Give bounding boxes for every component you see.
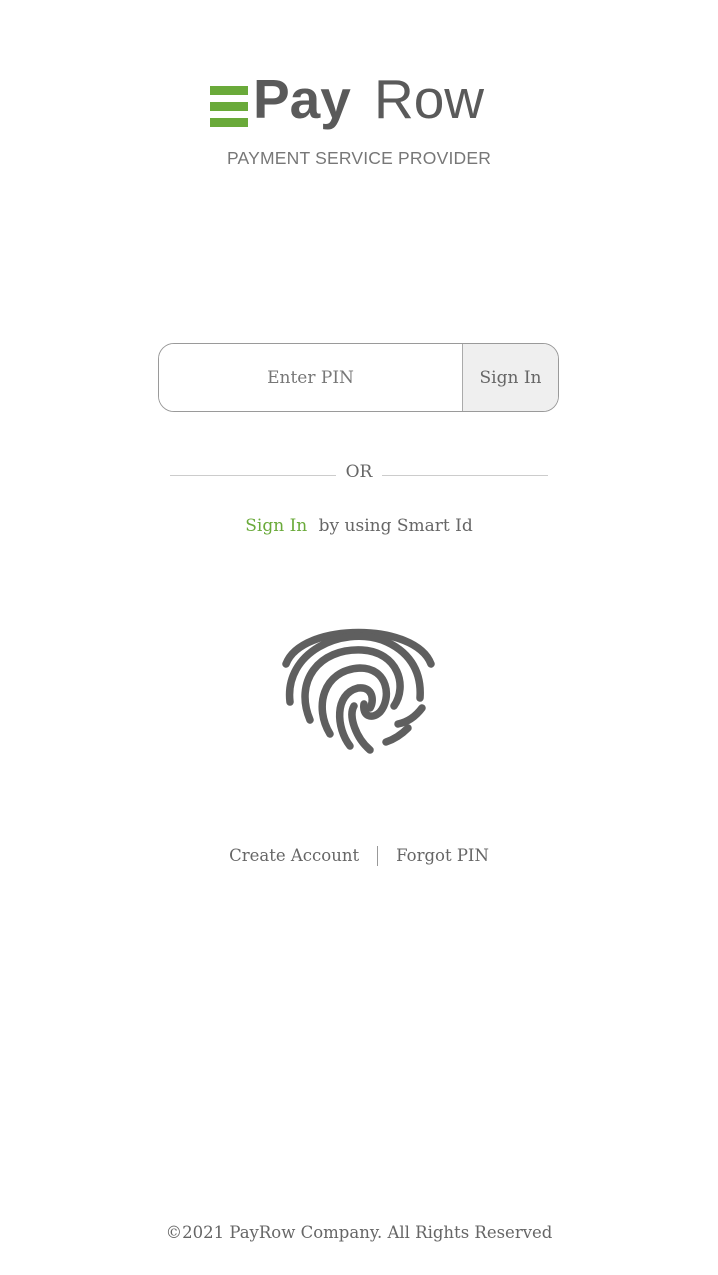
- sign-in-button[interactable]: Sign In: [462, 344, 558, 411]
- brand-tagline: PAYMENT SERVICE PROVIDER: [226, 148, 492, 168]
- smart-id-row: Sign In by using Smart Id: [0, 516, 718, 536]
- or-divider: OR: [170, 460, 548, 486]
- fingerprint-icon[interactable]: [282, 612, 435, 754]
- smart-id-sign-in-link[interactable]: Sign In: [245, 516, 307, 536]
- logo-wordmark-bold: Pay: [253, 68, 351, 130]
- pin-login-group: Sign In: [158, 343, 559, 412]
- smart-id-suffix: by using Smart Id: [318, 516, 473, 536]
- or-label: OR: [345, 462, 373, 482]
- pin-input[interactable]: [159, 344, 462, 411]
- copyright-footer: ©2021 PayRow Company. All Rights Reserve…: [165, 1223, 553, 1242]
- logo-bars-icon: [210, 86, 248, 128]
- links-divider: [377, 845, 379, 866]
- forgot-pin-link[interactable]: Forgot PIN: [396, 846, 489, 865]
- divider-line-left: [170, 475, 336, 476]
- payrow-logo: Pay Row: [208, 72, 518, 142]
- divider-line-right: [382, 475, 548, 476]
- create-account-link[interactable]: Create Account: [229, 846, 359, 865]
- logo-wordmark-light: Row: [374, 68, 485, 130]
- account-links: Create Account Forgot PIN: [0, 845, 718, 869]
